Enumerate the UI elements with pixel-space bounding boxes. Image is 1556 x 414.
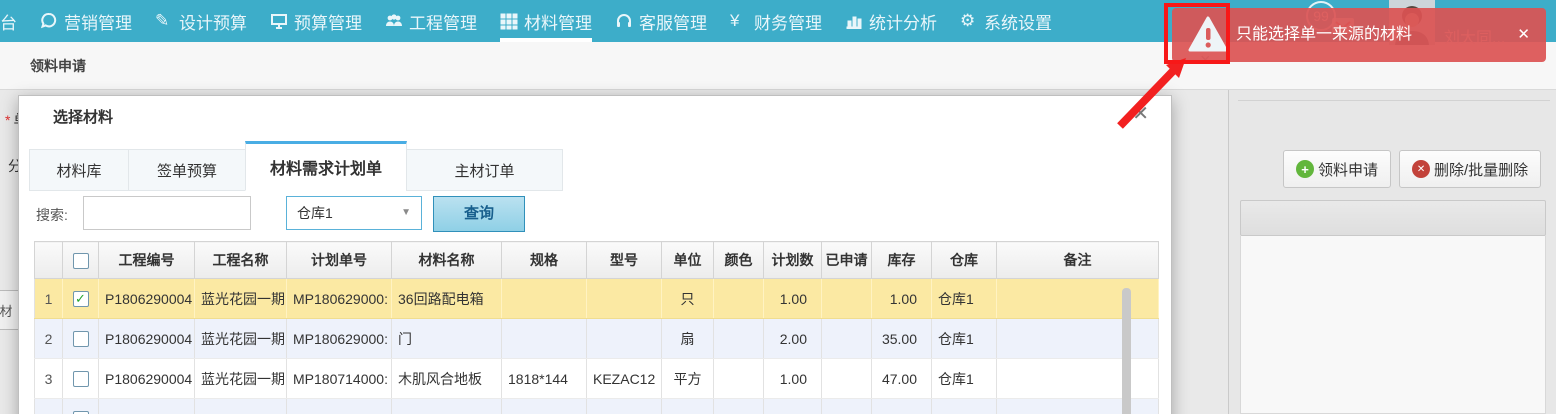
- gear-icon: ⚙: [960, 12, 978, 30]
- select-all-header: [63, 242, 99, 279]
- nav-item-materials[interactable]: 材料管理: [500, 0, 592, 42]
- row-checkbox[interactable]: [73, 331, 89, 347]
- monitor-icon: [270, 12, 288, 30]
- nav-item-label: 工程管理: [409, 9, 477, 34]
- query-button[interactable]: 查询: [433, 196, 525, 232]
- select-all-checkbox[interactable]: [73, 253, 89, 269]
- delete-batch-button-label: 删除/批量删除: [1434, 159, 1528, 180]
- material-table: 工程编号 工程名称 计划单号 材料名称 规格 型号 单位 颜色 计划数 已申请 …: [34, 241, 1159, 414]
- table-row[interactable]: [35, 399, 1159, 414]
- nav-item-engineering[interactable]: 工程管理: [385, 0, 477, 42]
- nav-item-label: 财务管理: [754, 9, 822, 34]
- chevron-down-icon: ▼: [401, 197, 411, 229]
- row-number-header: [35, 242, 63, 279]
- col-stock: 库存: [872, 242, 932, 279]
- col-color: 颜色: [714, 242, 764, 279]
- col-unit: 单位: [662, 242, 714, 279]
- nav-item-label: 客服管理: [639, 9, 707, 34]
- table-scrollbar[interactable]: [1122, 288, 1131, 414]
- nav-item-label: 系统设置: [984, 9, 1052, 34]
- table-header-row: 工程编号 工程名称 计划单号 材料名称 规格 型号 单位 颜色 计划数 已申请 …: [35, 242, 1159, 279]
- error-toast: 只能选择单一来源的材料 ✕: [1172, 8, 1546, 62]
- divider: [1238, 100, 1550, 101]
- tab-material-library[interactable]: 材料库: [29, 149, 129, 191]
- nav-item-label: 营销管理: [64, 9, 132, 34]
- nav-item-label: 设计预算: [179, 9, 247, 34]
- grid-icon: [500, 12, 518, 30]
- bar-chart-icon: [845, 12, 863, 30]
- col-remark: 备注: [997, 242, 1159, 279]
- col-project-name: 工程名称: [195, 242, 287, 279]
- nav-item-statistics[interactable]: 统计分析: [845, 0, 937, 42]
- material-request-button[interactable]: + 领料申请: [1283, 150, 1391, 188]
- nav-item-workbench[interactable]: 工作台: [0, 0, 17, 42]
- nav-item-finance[interactable]: ¥ 财务管理: [730, 0, 822, 42]
- search-label: 搜索:: [36, 205, 68, 225]
- dialog-tabs: 材料库 签单预算 材料需求计划单 主材订单: [29, 141, 563, 191]
- material-request-button-label: 领料申请: [1318, 159, 1378, 180]
- toast-close-icon[interactable]: ✕: [1517, 25, 1530, 43]
- col-warehouse: 仓库: [932, 242, 997, 279]
- background-side-tab[interactable]: 材: [0, 290, 19, 330]
- delete-batch-button[interactable]: ✕ 删除/批量删除: [1399, 150, 1541, 188]
- col-applied: 已申请: [822, 242, 872, 279]
- close-icon[interactable]: ✕: [1132, 101, 1149, 126]
- row-checkbox-checked[interactable]: ✓: [73, 291, 89, 307]
- tab-material-demand-plan[interactable]: 材料需求计划单: [245, 141, 407, 191]
- select-material-dialog: 选择材料 ✕ 材料库 签单预算 材料需求计划单 主材订单 搜索: 仓库1 ▼ 查…: [18, 95, 1172, 414]
- col-plan-qty: 计划数: [764, 242, 822, 279]
- warehouse-select[interactable]: 仓库1 ▼: [286, 196, 422, 230]
- row-checkbox[interactable]: [73, 371, 89, 387]
- table-row[interactable]: 3 P1806290004 蓝光花园一期 MP180714000: 木肌风合地板…: [35, 359, 1159, 399]
- table-row[interactable]: 2 P1806290004 蓝光花园一期 MP180629000: 门 扇 2.…: [35, 319, 1159, 359]
- nav-item-design-budget[interactable]: ✎ 设计预算: [155, 0, 247, 42]
- headset-icon: [615, 12, 633, 30]
- background-panel-body: [1240, 236, 1546, 414]
- nav-item-customer-service[interactable]: 客服管理: [615, 0, 707, 42]
- users-icon: [385, 12, 403, 30]
- warehouse-select-value: 仓库1: [297, 205, 333, 221]
- yen-icon: ¥: [730, 12, 748, 30]
- tab-main-material-order[interactable]: 主材订单: [406, 149, 563, 191]
- nav-item-label: 预算管理: [294, 9, 362, 34]
- col-model: 型号: [587, 242, 662, 279]
- col-plan-no: 计划单号: [287, 242, 392, 279]
- nav-item-label: 工作台: [0, 9, 17, 34]
- search-input[interactable]: [83, 196, 251, 230]
- nav-item-label: 材料管理: [524, 9, 592, 34]
- plus-circle-icon: +: [1296, 160, 1314, 178]
- edit-icon: ✎: [155, 12, 173, 30]
- dialog-title: 选择材料: [53, 106, 113, 127]
- col-material-name: 材料名称: [392, 242, 502, 279]
- nav-item-budget[interactable]: 预算管理: [270, 0, 362, 42]
- background-panel-header: [1240, 200, 1546, 236]
- required-asterisk: *: [5, 112, 10, 128]
- nav-item-settings[interactable]: ⚙ 系统设置: [960, 0, 1052, 42]
- background-toolbar: + 领料申请 ✕ 删除/批量删除: [1283, 150, 1541, 188]
- warning-triangle-icon: [1188, 16, 1228, 54]
- nav-item-label: 统计分析: [869, 9, 937, 34]
- col-project-no: 工程编号: [99, 242, 195, 279]
- toast-message: 只能选择单一来源的材料: [1236, 8, 1412, 62]
- tab-signed-budget[interactable]: 签单预算: [128, 149, 246, 191]
- cross-circle-icon: ✕: [1412, 160, 1430, 178]
- col-spec: 规格: [502, 242, 587, 279]
- chat-icon: [40, 12, 58, 30]
- table-row[interactable]: 1 ✓ P1806290004 蓝光花园一期 MP180629000: 36回路…: [35, 279, 1159, 319]
- nav-item-marketing[interactable]: 营销管理: [40, 0, 132, 42]
